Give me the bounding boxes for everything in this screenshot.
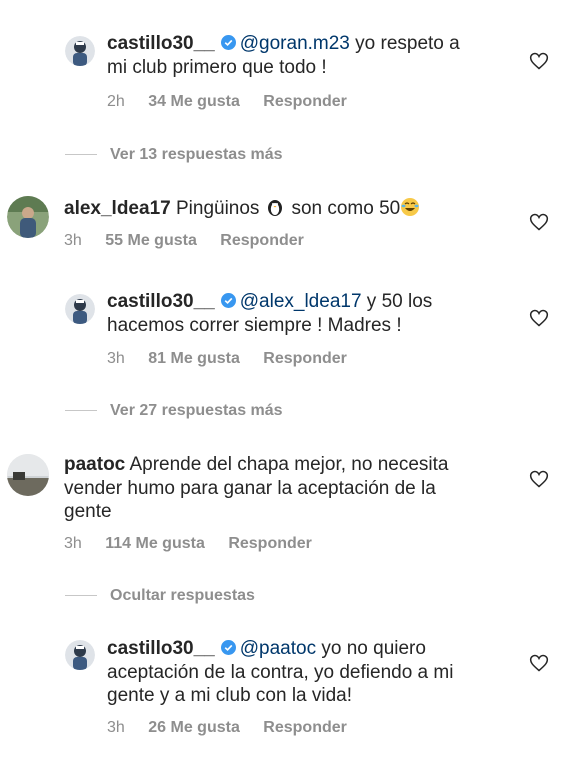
username[interactable]: castillo30__ xyxy=(107,291,215,312)
laughing-emoji-icon xyxy=(401,198,420,216)
timestamp: 3h xyxy=(64,232,82,249)
penguin-emoji-icon xyxy=(268,200,283,216)
comment-meta: 3h 114 Me gusta Responder xyxy=(64,535,331,553)
reply-button[interactable]: Responder xyxy=(228,535,312,552)
avatar[interactable] xyxy=(65,640,95,670)
comment-meta: 3h 55 Me gusta Responder xyxy=(64,232,323,250)
likes-count[interactable]: 114 Me gusta xyxy=(105,535,205,552)
comment-meta: 3h 26 Me gusta Responder xyxy=(107,719,366,737)
heart-outline-icon[interactable] xyxy=(529,469,549,489)
mention-link[interactable]: @alex_ldea17 xyxy=(240,291,362,312)
avatar[interactable] xyxy=(7,196,49,238)
likes-count[interactable]: 34 Me gusta xyxy=(148,93,240,110)
likes-count[interactable]: 81 Me gusta xyxy=(148,350,240,367)
comment-text: castillo30__ @alex_ldea17 y 50 los hacemo… xyxy=(107,291,433,336)
divider xyxy=(65,595,97,597)
verified-badge-icon xyxy=(220,293,236,308)
heart-outline-icon[interactable] xyxy=(529,308,549,328)
likes-count[interactable]: 26 Me gusta xyxy=(148,719,240,736)
comment-text: paatoc Aprende del chapa mejor, no neces… xyxy=(64,454,449,522)
comment-text: alex_ldea17 Pingüinos son como 50 xyxy=(64,197,514,221)
timestamp: 3h xyxy=(107,350,125,367)
mention-link[interactable]: @goran.m23 xyxy=(240,33,350,54)
username[interactable]: castillo30__ xyxy=(107,33,215,54)
username[interactable]: castillo30__ xyxy=(107,638,215,659)
username[interactable]: alex_ldea17 xyxy=(64,198,171,219)
comment-meta: 2h 34 Me gusta Responder xyxy=(107,93,366,111)
avatar[interactable] xyxy=(65,294,95,324)
heart-outline-icon[interactable] xyxy=(529,51,549,71)
view-more-replies[interactable]: Ver 13 respuestas más xyxy=(65,146,283,164)
reply-button[interactable]: Responder xyxy=(220,232,304,249)
timestamp: 2h xyxy=(107,93,125,110)
heart-outline-icon[interactable] xyxy=(529,653,549,673)
divider xyxy=(65,410,97,412)
avatar[interactable] xyxy=(7,454,49,496)
hide-replies[interactable]: Ocultar respuestas xyxy=(65,587,255,605)
comment-text: castillo30__ @paatoc yo no quiero aceptac… xyxy=(107,638,454,706)
verified-badge-icon xyxy=(220,640,236,655)
reply-button[interactable]: Responder xyxy=(263,93,347,110)
timestamp: 3h xyxy=(64,535,82,552)
reply-button[interactable]: Responder xyxy=(263,350,347,367)
view-more-replies[interactable]: Ver 27 respuestas más xyxy=(65,402,283,420)
heart-outline-icon[interactable] xyxy=(529,212,549,232)
comment-text: castillo30__ @goran.m23 yo respeto a mi c… xyxy=(107,33,460,78)
divider xyxy=(65,154,97,156)
mention-link[interactable]: @paatoc xyxy=(240,638,316,659)
comment-meta: 3h 81 Me gusta Responder xyxy=(107,350,366,368)
likes-count[interactable]: 55 Me gusta xyxy=(105,232,197,249)
timestamp: 3h xyxy=(107,719,125,736)
verified-badge-icon xyxy=(220,35,236,50)
reply-button[interactable]: Responder xyxy=(263,719,347,736)
username[interactable]: paatoc xyxy=(64,454,125,475)
avatar[interactable] xyxy=(65,36,95,66)
